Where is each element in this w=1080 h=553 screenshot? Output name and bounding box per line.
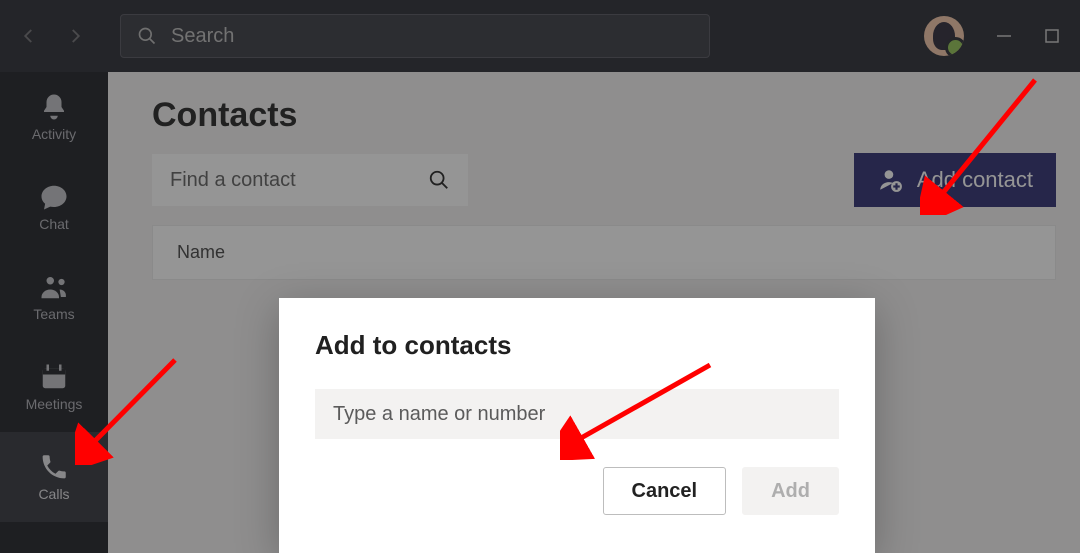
add-button[interactable]: Add [742,467,839,515]
modal-title: Add to contacts [315,330,839,361]
add-contact-modal: Add to contacts Type a name or number Ca… [279,298,875,553]
modal-input-placeholder: Type a name or number [333,403,545,426]
cancel-button[interactable]: Cancel [603,467,727,515]
contact-name-input[interactable]: Type a name or number [315,389,839,439]
